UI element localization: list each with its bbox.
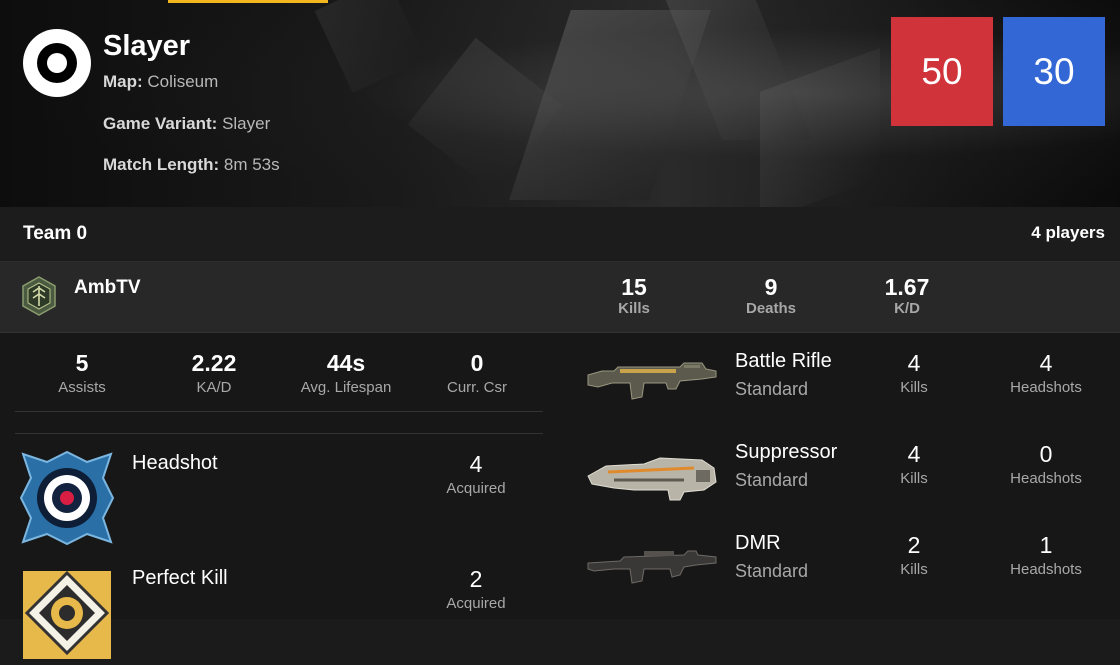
player-gamertag[interactable]: AmbTV (74, 277, 141, 299)
weapon-type: Standard (735, 470, 809, 490)
player-kd: 1.67 K/D (852, 274, 962, 317)
weapon-kills-value: 4 (907, 350, 921, 376)
player-kills-label: Kills (618, 300, 650, 317)
player-deaths: 9 Deaths (716, 274, 826, 317)
weapon-type: Standard (735, 379, 809, 399)
weapon-kills-value: 4 (907, 441, 921, 467)
red-team-score: 50 (891, 17, 993, 126)
weapon-kills: 2 Kills (864, 531, 964, 581)
weapon-type: Standard (735, 561, 809, 581)
game-variant-value: Slayer (222, 114, 271, 133)
slayer-target-icon (23, 29, 91, 97)
spartan-rank-icon (22, 276, 56, 316)
medal-name: Headshot (132, 452, 218, 474)
kad-label: KA/D (196, 379, 232, 396)
kad-value: 2.22 (191, 350, 237, 376)
medal-count-label: Acquired (446, 595, 506, 612)
blue-team-score: 30 (1003, 17, 1105, 126)
team-player-count: 4 players (1031, 223, 1105, 242)
player-deaths-label: Deaths (745, 300, 797, 317)
dmr-icon (587, 550, 717, 584)
accent-bar (168, 0, 328, 3)
player-kills: 15 Kills (579, 274, 689, 317)
assists-value: 5 (75, 350, 89, 376)
curr-csr-label: Curr. Csr (447, 379, 507, 396)
player-kills-value: 15 (621, 274, 647, 300)
assists-stat: 5 Assists (12, 349, 152, 399)
suppressor-icon (587, 457, 717, 501)
weapon-name: DMR (735, 532, 781, 554)
weapon-name: Suppressor (735, 441, 838, 463)
assists-label: Assists (58, 379, 106, 396)
player-kd-label: K/D (894, 300, 920, 317)
medal-count: 4 Acquired (416, 450, 536, 500)
headshot-medal-icon (19, 450, 115, 546)
weapon-kills-label: Kills (900, 470, 928, 487)
curr-csr-value: 0 (470, 350, 484, 376)
team-name: Team 0 (23, 223, 88, 244)
match-length-label: Match Length: (103, 155, 220, 174)
medal-count-value: 2 (469, 566, 483, 592)
divider (15, 411, 543, 412)
map-value: Coliseum (147, 72, 219, 91)
weapon-name: Battle Rifle (735, 350, 832, 372)
avg-lifespan-label: Avg. Lifespan (300, 379, 392, 396)
weapon-headshots-value: 4 (1039, 350, 1053, 376)
weapon-kills-label: Kills (900, 379, 928, 396)
weapon-headshots: 0 Headshots (986, 440, 1106, 490)
game-mode-title: Slayer (103, 30, 191, 62)
game-variant-info: Game Variant: Slayer (103, 114, 270, 134)
player-deaths-value: 9 (764, 274, 778, 300)
medal-count: 2 Acquired (416, 565, 536, 615)
kad-stat: 2.22 KA/D (144, 349, 284, 399)
team-header[interactable]: Team 0 4 players (0, 207, 1120, 262)
weapon-headshots-value: 1 (1039, 532, 1053, 558)
game-variant-label: Game Variant: (103, 114, 218, 133)
weapon-headshots: 4 Headshots (986, 349, 1106, 399)
avg-lifespan-value: 44s (326, 350, 366, 376)
weapon-headshots-label: Headshots (1010, 561, 1082, 578)
match-header-banner: Slayer Map: Coliseum Game Variant: Slaye… (0, 0, 1120, 207)
weapon-headshots-value: 0 (1039, 441, 1053, 467)
weapon-kills-value: 2 (907, 532, 921, 558)
medal-name: Perfect Kill (132, 567, 228, 589)
weapon-kills: 4 Kills (864, 349, 964, 399)
medal-count-value: 4 (469, 451, 483, 477)
player-detail-panel: 5 Assists 2.22 KA/D 44s Avg. Lifespan 0 … (0, 333, 1120, 659)
match-length-value: 8m 53s (223, 155, 280, 174)
battle-rifle-icon (587, 362, 717, 400)
divider (15, 433, 543, 434)
weapon-headshots: 1 Headshots (986, 531, 1106, 581)
medal-count-label: Acquired (446, 480, 506, 497)
avg-lifespan-stat: 44s Avg. Lifespan (276, 349, 416, 399)
perfect-kill-medal-icon (23, 570, 111, 659)
match-length-info: Match Length: 8m 53s (103, 155, 280, 175)
curr-csr-stat: 0 Curr. Csr (407, 349, 547, 399)
weapon-kills-label: Kills (900, 561, 928, 578)
weapon-headshots-label: Headshots (1010, 379, 1082, 396)
player-row[interactable]: AmbTV 15 Kills 9 Deaths 1.67 K/D (0, 262, 1120, 333)
map-label: Map: (103, 72, 143, 91)
weapon-kills: 4 Kills (864, 440, 964, 490)
map-info: Map: Coliseum (103, 72, 218, 92)
weapon-headshots-label: Headshots (1010, 470, 1082, 487)
player-kd-value: 1.67 (884, 274, 930, 300)
